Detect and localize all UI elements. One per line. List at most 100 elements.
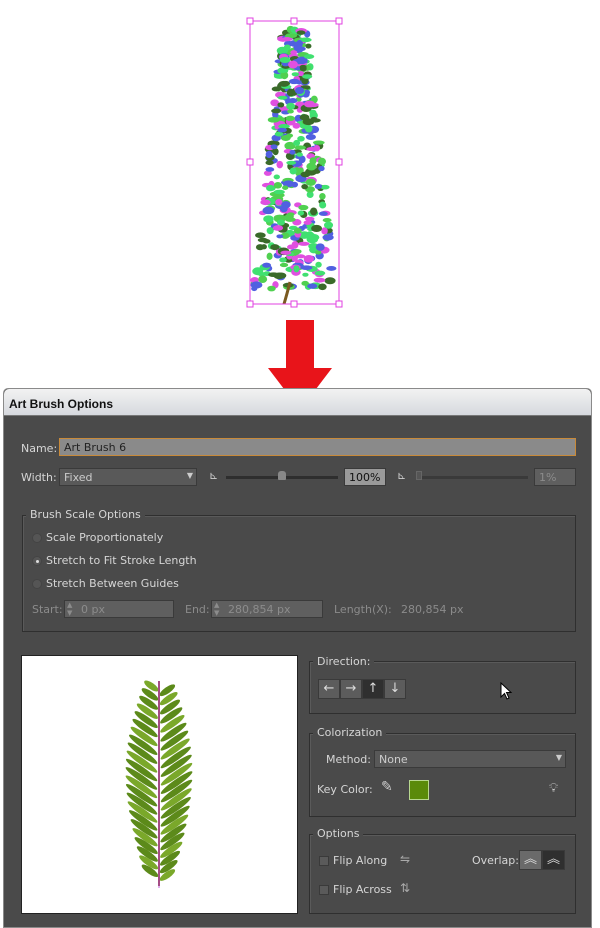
flip-along-label[interactable]: Flip Along — [333, 854, 387, 867]
end-value: 280,854 px — [228, 603, 291, 616]
brush-stroke-mark — [263, 215, 274, 223]
colorization-group — [309, 733, 576, 817]
brush-stroke-mark — [262, 262, 272, 268]
brush-stroke-mark — [303, 54, 315, 59]
eyedropper-icon[interactable]: ✎ — [381, 779, 393, 795]
scale-proportionately-label[interactable]: Scale Proportionately — [46, 531, 163, 544]
flip-along-checkbox[interactable] — [319, 856, 329, 866]
selection-handle — [335, 300, 343, 308]
stretch-between-guides-label[interactable]: Stretch Between Guides — [46, 577, 179, 590]
brush-stroke-mark — [324, 221, 334, 229]
brush-stroke-mark — [314, 183, 323, 190]
brush-stroke-mark — [270, 244, 280, 251]
width-percent-input[interactable]: 100% — [344, 468, 386, 486]
brush-stroke-mark — [305, 134, 316, 140]
stepper-icon[interactable]: ▲ ▼ — [67, 601, 72, 617]
overlap-adjust-button[interactable]: ︽ — [519, 850, 542, 870]
stretch-to-fit-label[interactable]: Stretch to Fit Stroke Length — [46, 554, 197, 567]
brush-stroke-mark — [303, 220, 312, 225]
brush-stroke-mark — [255, 232, 266, 239]
brush-stroke-mark — [309, 110, 317, 117]
end-input[interactable]: ▲ ▼ 280,854 px — [211, 600, 323, 618]
flip-across-checkbox[interactable] — [319, 885, 329, 895]
brush-stroke-mark — [257, 237, 269, 243]
brush-stroke-mark — [266, 252, 273, 261]
brush-stroke-mark — [279, 257, 287, 263]
width-slider-thumb[interactable] — [278, 471, 286, 480]
colorization-title: Colorization — [313, 726, 387, 739]
brush-artwork[interactable] — [240, 14, 350, 309]
options-group — [309, 834, 576, 914]
brush-stroke-mark — [301, 183, 308, 190]
selection-handle — [335, 17, 343, 25]
brush-stroke-mark — [299, 64, 307, 70]
direction-title: Direction: — [313, 655, 375, 668]
direction-down-button[interactable]: ↓ — [384, 679, 406, 699]
brush-stroke-mark — [273, 214, 286, 221]
flip-along-icon: ⇋ — [400, 852, 411, 866]
brush-stroke-mark — [326, 266, 337, 271]
brush-stroke-mark — [295, 40, 303, 48]
width-dropdown[interactable]: Fixed ▼ — [59, 468, 197, 486]
end-label: End: — [185, 603, 210, 616]
brush-stroke-mark — [294, 87, 305, 95]
chevron-down-icon: ▼ — [555, 753, 562, 762]
name-input[interactable]: Art Brush 6 — [59, 438, 576, 456]
direction-right-button[interactable]: → — [340, 679, 362, 699]
length-value: 280,854 px — [401, 603, 464, 616]
art-brush-options-dialog: Art Brush Options Name: Art Brush 6 Widt… — [3, 388, 592, 928]
brush-stroke-mark — [277, 127, 287, 133]
start-value: 0 px — [81, 603, 105, 616]
direction-up-button[interactable]: ↑ — [362, 679, 384, 699]
brush-stroke-mark — [286, 160, 297, 165]
brush-stroke-mark — [298, 241, 310, 246]
length-label: Length(X): — [334, 603, 392, 616]
brush-stroke-mark — [279, 56, 291, 63]
brush-stroke-mark — [300, 265, 313, 271]
start-input[interactable]: ▲ ▼ 0 px — [64, 600, 174, 618]
radio-scale-proportionately[interactable] — [32, 533, 42, 543]
brush-stroke-mark — [306, 162, 317, 171]
method-label: Method: — [326, 753, 371, 766]
brush-stroke-mark — [287, 109, 294, 114]
overlap-label: Overlap: — [472, 854, 519, 867]
brush-stroke-mark — [315, 261, 322, 268]
brush-stroke-mark — [289, 149, 296, 155]
brush-stroke-mark — [280, 250, 292, 255]
variation-percent-input[interactable]: 1% — [534, 468, 576, 486]
brush-stroke-mark — [277, 95, 288, 100]
direction-left-button[interactable]: ← — [318, 679, 340, 699]
flip-across-label[interactable]: Flip Across — [333, 883, 392, 896]
brush-stroke-mark — [318, 211, 328, 216]
name-label: Name: — [21, 442, 58, 455]
brush-stroke-mark — [265, 160, 274, 166]
brush-stroke-mark — [277, 102, 285, 108]
options-title: Options — [313, 827, 364, 840]
brush-stroke-mark — [265, 150, 273, 159]
brush-stroke-mark — [312, 140, 325, 145]
width-label: Width: — [21, 471, 57, 484]
brush-stroke-mark — [287, 33, 298, 38]
stepper-icon[interactable]: ▲ ▼ — [214, 601, 219, 617]
radio-stretch-to-fit[interactable] — [32, 556, 42, 566]
brush-stroke-mark — [313, 277, 326, 283]
brush-stroke-mark — [308, 232, 315, 240]
brush-stroke-mark — [285, 115, 295, 122]
brush-stroke-mark — [271, 86, 282, 92]
variation-slider-thumb[interactable] — [416, 471, 422, 480]
brush-stroke-mark — [319, 201, 327, 209]
method-dropdown[interactable]: None ▼ — [374, 750, 566, 768]
radio-stretch-between-guides[interactable] — [32, 579, 42, 589]
key-color-swatch[interactable] — [409, 780, 429, 800]
brush-stroke-mark — [318, 157, 326, 165]
brush-stroke-mark — [322, 234, 334, 241]
brush-stroke-mark — [302, 74, 313, 79]
brush-stroke-mark — [294, 145, 306, 150]
overlap-none-button[interactable]: ︽ — [542, 850, 565, 870]
tips-lightbulb-icon[interactable]: 💡︎ — [549, 781, 558, 796]
brush-stroke-mark — [277, 219, 285, 226]
variation-slider[interactable] — [416, 476, 528, 479]
brush-stroke-mark — [265, 167, 275, 172]
brush-stroke-mark — [318, 165, 325, 172]
brush-stroke-mark — [291, 72, 300, 77]
